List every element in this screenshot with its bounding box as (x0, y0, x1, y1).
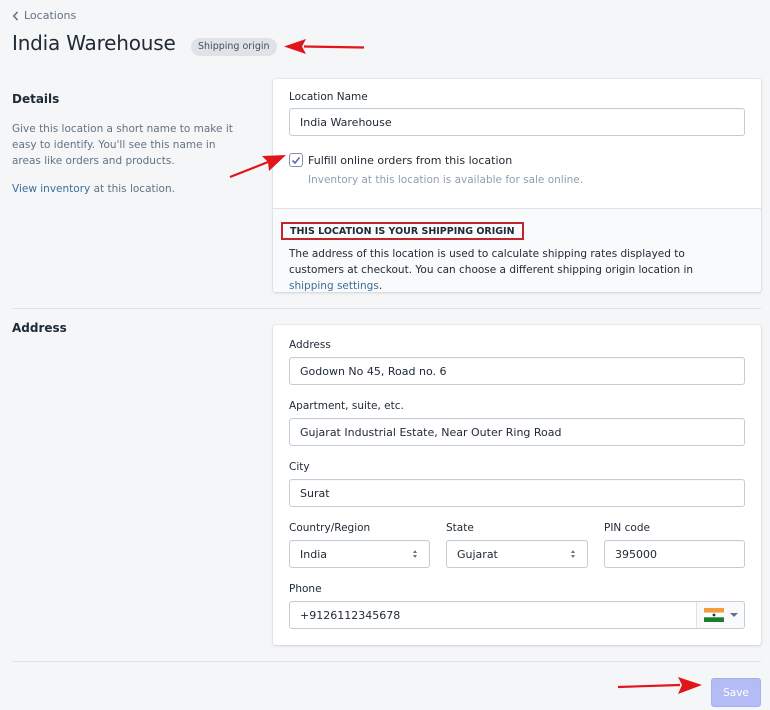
view-inventory-suffix: at this location. (90, 183, 175, 195)
address-input[interactable]: Godown No 45, Road no. 6 (289, 357, 745, 385)
pin-code-input[interactable]: 395000 (604, 540, 745, 568)
shipping-origin-heading: THIS LOCATION IS YOUR SHIPPING ORIGIN (281, 222, 524, 240)
fulfill-online-help: Inventory at this location is available … (308, 174, 584, 186)
location-name-label: Location Name (289, 91, 368, 103)
shipping-origin-badge: Shipping origin (191, 38, 277, 56)
select-arrows-icon (411, 550, 419, 558)
page-title: India Warehouse (12, 31, 176, 55)
address-card: Address Godown No 45, Road no. 6 Apartme… (273, 325, 761, 645)
city-value: Surat (300, 486, 330, 500)
pin-code-value: 395000 (615, 547, 657, 561)
pin-code-label: PIN code (604, 522, 650, 534)
india-flag-icon (703, 608, 724, 622)
state-value: Gujarat (457, 547, 498, 561)
city-label: City (289, 461, 310, 473)
save-button[interactable]: Save (711, 678, 761, 707)
shipping-settings-link[interactable]: shipping settings (289, 280, 379, 292)
fulfill-online-label[interactable]: Fulfill online orders from this location (308, 154, 512, 167)
chevron-left-icon (12, 10, 19, 21)
details-section-title: Details (12, 92, 60, 106)
select-arrows-icon (569, 550, 577, 558)
checkmark-icon (291, 156, 301, 164)
annotation-arrow-icon (284, 39, 365, 54)
location-name-input[interactable]: India Warehouse (289, 108, 745, 136)
phone-country-selector[interactable] (696, 602, 744, 628)
fulfill-online-checkbox[interactable] (289, 153, 303, 167)
phone-label: Phone (289, 583, 322, 595)
apartment-label: Apartment, suite, etc. (289, 400, 404, 412)
country-value: India (300, 547, 327, 561)
apartment-value: Gujarat Industrial Estate, Near Outer Ri… (300, 425, 562, 439)
state-label: State (446, 522, 474, 534)
origin-text: The address of this location is used to … (289, 248, 694, 276)
details-description: Give this location a short name to make … (12, 123, 233, 167)
section-divider (12, 308, 761, 309)
state-select[interactable]: Gujarat (446, 540, 588, 568)
country-select[interactable]: India (289, 540, 430, 568)
view-inventory-link[interactable]: View inventory (12, 183, 90, 195)
country-label: Country/Region (289, 522, 371, 534)
chevron-down-icon (729, 613, 738, 617)
shipping-origin-text: The address of this location is used to … (289, 246, 739, 294)
address-value: Godown No 45, Road no. 6 (300, 364, 447, 378)
address-label: Address (289, 339, 331, 351)
phone-value: +9126112345678 (300, 608, 401, 622)
apartment-input[interactable]: Gujarat Industrial Estate, Near Outer Ri… (289, 418, 745, 446)
footer-divider (12, 661, 761, 662)
details-card: Location Name India Warehouse Fulfill on… (273, 79, 761, 292)
address-section-title: Address (12, 321, 67, 335)
location-name-value: India Warehouse (300, 115, 392, 129)
breadcrumb-locations[interactable]: Locations (12, 9, 76, 22)
origin-text-end: . (378, 280, 383, 292)
phone-input[interactable]: +9126112345678 (289, 601, 745, 629)
shipping-origin-info: THIS LOCATION IS YOUR SHIPPING ORIGIN Th… (273, 208, 761, 292)
annotation-arrow-icon (617, 677, 702, 694)
breadcrumb-label: Locations (24, 9, 77, 22)
city-input[interactable]: Surat (289, 479, 745, 507)
